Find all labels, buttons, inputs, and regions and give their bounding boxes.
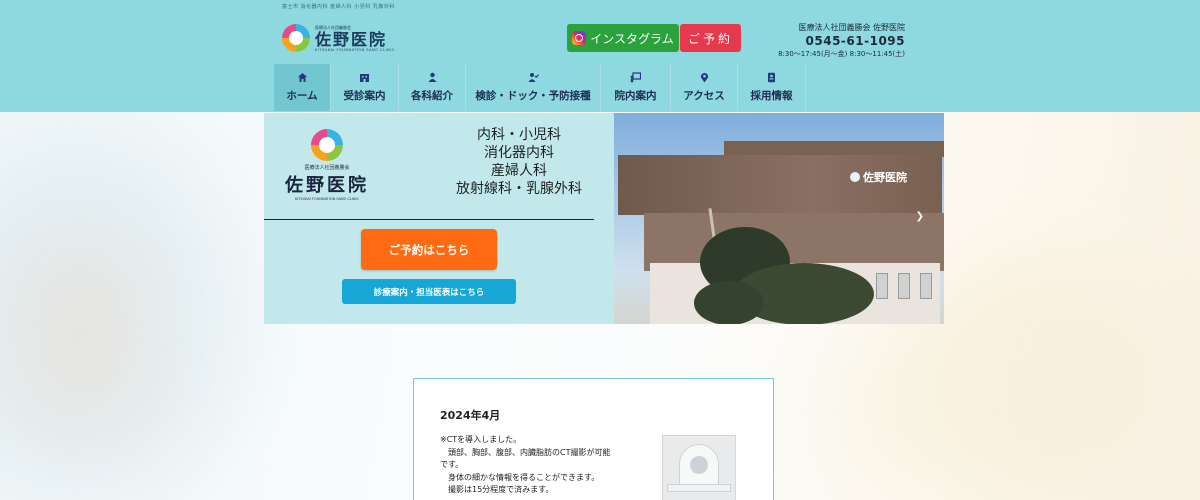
contact-org: 医療法人社団義勝会 佐野医院 [798,23,905,32]
id-card-icon [766,72,777,83]
building-window [920,273,932,299]
clinic-logo-icon [282,24,310,52]
topbar-keywords: 富士市 消化器内科 産婦人科 小児科 乳腺外科 [282,4,395,10]
map-pin-icon [699,72,710,83]
site-logo[interactable]: 医療法人社団義勝会 佐野医院 KITSUKAI FOUNDATION SANO … [282,21,402,55]
nav-label: アクセス [683,90,725,102]
instagram-button[interactable]: インスタグラム [567,24,679,52]
nav-item-home[interactable]: ホーム [274,64,331,111]
users-icon [427,72,438,83]
divider [264,219,594,220]
department-item: 放射線科・乳腺外科 [456,181,582,197]
ct-bed [667,484,731,492]
reserve-here-button[interactable]: ご予約はこちら [361,229,497,270]
tree [694,281,764,324]
building-window [898,273,910,299]
building-sign-text: 佐野医院 [863,171,907,184]
nav-item-recruit[interactable]: 採用情報 [738,64,806,111]
clinic-logo-icon [311,129,343,161]
logo-english: KITSUKAI FOUNDATION SANO CLINIC [315,47,395,52]
building-window [876,273,888,299]
chevron-right-icon[interactable]: ❯ [916,211,924,222]
nav-item-facility[interactable]: 院内案内 [601,64,671,111]
ct-bore [690,456,708,474]
chalkboard-icon [630,72,642,83]
nav-item-access[interactable]: アクセス [671,64,738,111]
nav-label: 各科紹介 [411,90,453,102]
nav-label: 採用情報 [750,90,793,102]
building-sign: 佐野医院 [850,169,907,185]
department-list: 内科・小児科 消化器内科 産婦人科 放射線科・乳腺外科 [434,126,604,198]
instagram-icon [572,31,587,45]
news-date: 2024年4月 [440,409,501,422]
news-box: 2024年4月 ※CTを導入しました。 頭部、胸部、腹部、内臓脂肪のCT撮影が可… [413,378,774,500]
news-line: 頭部、胸部、腹部、内臓脂肪のCT撮影が可能 [440,447,611,457]
contact-hours: 8:30～17:45(月～金) 8:30～11:45(土) [778,50,905,58]
news-line: 撮影は15分程度で済みます。 [440,485,554,494]
hero-logo-english: KITSUKAI FOUNDATION SANO CLINIC [294,197,360,201]
department-item: 内科・小児科 [477,127,561,143]
hero-logo: 医療法人社団義勝会 佐野医院 KITSUKAI FOUNDATION SANO … [272,129,382,201]
department-item: 消化器内科 [484,145,554,161]
contact-info: 医療法人社団義勝会 佐野医院 0545-61-1095 8:30～17:45(月… [778,22,905,59]
nav-label: 受診案内 [343,90,386,102]
nav-label: 検診・ドック・予防接種 [475,90,591,102]
nav-label: 院内案内 [614,90,657,102]
building-upper-floor [618,155,942,215]
schedule-button[interactable]: 診療案内・担当医表はこちら [342,279,516,304]
ct-scanner-image [662,435,736,500]
news-line: 身体の細かな情報を得ることができます。 [440,472,600,482]
background-blur [20,250,140,420]
building-icon [359,72,370,83]
background-blur [820,330,980,490]
nav-item-departments[interactable]: 各科紹介 [399,64,466,111]
news-line: です。 [440,460,464,469]
hero-slider-photo: 佐野医院 ❯ [614,113,944,324]
reserve-button[interactable]: ご予約 [680,24,741,52]
nav-label: ホーム [286,90,318,102]
site-header: 富士市 消化器内科 産婦人科 小児科 乳腺外科 医療法人社団義勝会 佐野医院 K… [0,0,1200,112]
hero-logo-title: 佐野医院 [285,175,369,196]
home-icon [297,72,308,83]
contact-phone[interactable]: 0545-61-1095 [778,34,905,48]
user-check-icon [528,72,539,83]
hero-logo-subtitle: 医療法人社団義勝会 [304,165,350,171]
news-body: ※CTを導入しました。 頭部、胸部、腹部、内臓脂肪のCT撮影が可能 です。 身体… [440,434,670,497]
logo-title: 佐野医院 [315,29,388,49]
clinic-logo-icon [850,172,860,182]
news-line: ※CTを導入しました。 [440,435,522,444]
main-nav: ホーム 受診案内 各科紹介 検診・ドック・予防接種 院内案内 アクセス 採用情報 [274,64,806,111]
hero-info-panel: 医療法人社団義勝会 佐野医院 KITSUKAI FOUNDATION SANO … [264,113,614,324]
department-item: 産婦人科 [491,163,547,179]
nav-item-checkup[interactable]: 検診・ドック・予防接種 [466,64,601,111]
instagram-label: インスタグラム [590,31,674,46]
nav-item-guide[interactable]: 受診案内 [331,64,399,111]
